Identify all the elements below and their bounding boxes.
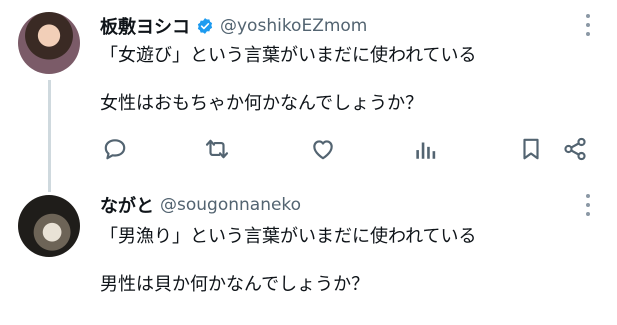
action-bar (100, 136, 596, 162)
tweet-header: ながと @sougonnaneko (100, 192, 301, 218)
user-handle[interactable]: @sougonnaneko (160, 195, 301, 215)
tweet-text-line: 「女遊び」という言葉がいまだに使われている (100, 45, 477, 66)
tweet-main[interactable]: 板敷ヨシコ @yoshikoEZmom 「女遊び」という言葉がいまだに使われてい… (0, 0, 617, 192)
verified-badge-icon (196, 17, 214, 35)
tweet-reply[interactable]: ながと @sougonnaneko 「男漁り」という言葉がいまだに使われている … (0, 185, 617, 325)
share-icon[interactable] (562, 136, 588, 162)
thread-connector (48, 80, 51, 192)
tweet-text-line: 男性は貝か何かなんでしょうか？ (100, 274, 370, 295)
more-icon[interactable] (585, 194, 591, 216)
user-handle[interactable]: @yoshikoEZmom (220, 16, 367, 36)
retweet-icon[interactable] (204, 136, 230, 162)
bookmark-icon[interactable] (518, 136, 544, 162)
tweet-header: 板敷ヨシコ @yoshikoEZmom (100, 13, 367, 39)
views-icon[interactable] (412, 136, 438, 162)
display-name[interactable]: ながと (100, 192, 154, 218)
reply-icon[interactable] (102, 136, 128, 162)
display-name[interactable]: 板敷ヨシコ (100, 13, 190, 39)
like-icon[interactable] (310, 136, 336, 162)
tweet-text-line: 女性はおもちゃか何かなんでしょうか？ (100, 93, 424, 114)
tweet-text-line: 「男漁り」という言葉がいまだに使われている (100, 226, 477, 247)
avatar[interactable] (18, 12, 80, 74)
more-icon[interactable] (585, 14, 591, 36)
avatar[interactable] (18, 195, 80, 257)
